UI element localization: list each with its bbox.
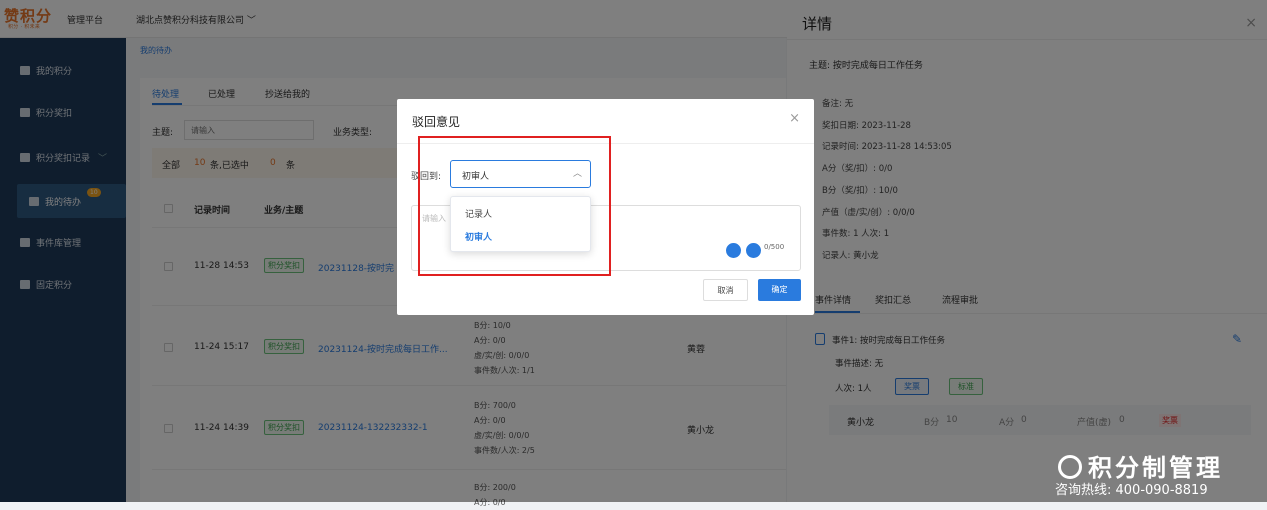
attachment-icon[interactable] — [746, 243, 761, 258]
close-icon[interactable]: × — [789, 111, 800, 126]
char-counter: 0/500 — [764, 243, 785, 251]
image-upload-icon[interactable] — [726, 243, 741, 258]
watermark-hotline: 咨询热线: 400-090-8819 — [1055, 483, 1208, 498]
confirm-button[interactable]: 确定 — [758, 279, 801, 301]
watermark-brand: 积分制管理 — [1058, 448, 1248, 483]
highlight-box — [418, 136, 611, 276]
watermark-brand-text: 积分制管理 — [1088, 454, 1223, 482]
cancel-button[interactable]: 取消 — [703, 279, 748, 301]
dialog-title: 驳回意见 — [412, 115, 461, 129]
watermark-logo-icon — [1058, 455, 1082, 479]
